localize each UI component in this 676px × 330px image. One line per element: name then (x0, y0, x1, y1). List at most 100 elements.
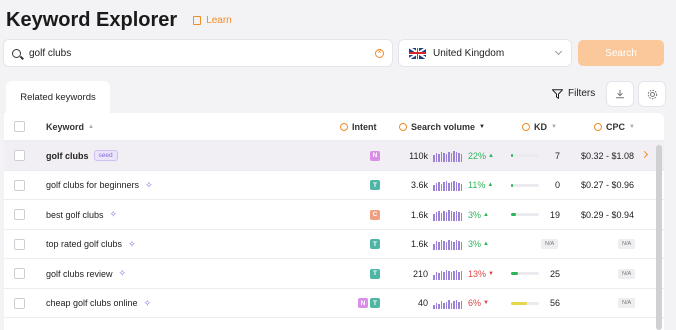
row-checkbox[interactable] (14, 268, 25, 279)
trend-bar (453, 270, 455, 280)
row-checkbox[interactable] (14, 238, 25, 250)
table-row[interactable]: top rated golf clubs ✧ T 1.6k 3% ▲ N/A N/A (4, 230, 664, 259)
search-volume: 1.6k (410, 239, 428, 249)
keyword-cell[interactable]: golf clubs review ✧ (46, 259, 126, 288)
learn-link[interactable]: Learn (193, 15, 232, 26)
sparkle-icon[interactable]: ✧ (144, 298, 152, 309)
trend-cell: 3% ▲ (428, 230, 489, 259)
trend-bar (433, 274, 435, 280)
intent-cell: C (368, 200, 380, 229)
search-value[interactable]: golf clubs (29, 48, 375, 59)
trend-bar (445, 302, 447, 309)
chevron-down-icon (554, 47, 563, 56)
scrollbar[interactable] (656, 145, 662, 330)
search-volume: 110k (409, 150, 428, 161)
intent-cell: T (368, 230, 380, 259)
row-checkbox[interactable] (14, 209, 25, 220)
table-row[interactable]: golf clubs for beginners ✧ T 3.6k 11% ▲ 0 $0.27… (4, 171, 664, 200)
trend-value: 22% (468, 150, 487, 161)
keyword-cell[interactable]: top rated golf clubs ✧ (46, 230, 136, 259)
keyword-cell[interactable]: best golf clubs ✧ (46, 200, 117, 229)
sparkle-icon[interactable]: ✧ (145, 180, 153, 191)
trend-bar (435, 183, 437, 191)
filters-button[interactable]: Filters (552, 88, 595, 99)
settings-button[interactable] (639, 82, 665, 106)
row-checkbox[interactable] (14, 179, 25, 191)
intent-cell: T (368, 259, 380, 288)
search-button[interactable]: Search (578, 40, 664, 66)
keyword-cell[interactable]: golf clubs for beginners ✧ (46, 171, 153, 200)
trend-bar (445, 269, 447, 280)
keyword-link[interactable]: cheap golf clubs online (46, 298, 138, 308)
column-intent[interactable]: Intent (340, 113, 377, 141)
trend-bar (445, 181, 447, 191)
country-name: United Kingdom (433, 47, 505, 59)
trend-bar (448, 240, 450, 250)
chevron-right-icon[interactable] (640, 150, 649, 159)
cpc-na-badge: N/A (618, 298, 636, 308)
intent-badge: T (370, 298, 380, 308)
tab-related-keywords[interactable]: Related keywords (6, 81, 110, 113)
sparkle-icon[interactable]: ✧ (110, 209, 118, 220)
trend-bar (445, 211, 447, 221)
keyword-link[interactable]: golf clubs for beginners (46, 180, 139, 190)
column-kd-label: KD (534, 122, 547, 132)
table-row[interactable]: golf clubs seed N 110k 22% ▲ 7 $0.32 - $1.08 (4, 141, 664, 171)
trend-bar (455, 210, 457, 221)
keyword-cell[interactable]: cheap golf clubs online ✧ (46, 289, 151, 318)
keyword-link[interactable]: golf clubs review (46, 269, 113, 279)
sparkle-icon[interactable]: ✧ (128, 239, 136, 250)
keyword-search-input[interactable]: golf clubs × (4, 40, 392, 66)
seed-badge: seed (93, 150, 118, 161)
trend-bar (450, 152, 452, 162)
trend-bar (458, 302, 460, 309)
table-row[interactable]: cheap golf clubs online ✧ N T 40 6% ▼ 56 N/A (4, 289, 664, 318)
trend-bar (448, 300, 450, 309)
trend-bar (448, 183, 450, 191)
trend-bar (455, 300, 457, 309)
trend-bar (458, 183, 460, 191)
trend-percent: 13% ▼ (468, 269, 494, 279)
column-kd[interactable]: KD ▼ (522, 113, 557, 141)
keyword-cell[interactable]: golf clubs seed (46, 141, 118, 170)
cpc-na-badge: N/A (618, 239, 636, 249)
kd-bar-cell (511, 289, 539, 318)
trend-bar (448, 270, 450, 280)
trend-bar (435, 152, 437, 162)
trend-bar (455, 182, 457, 191)
select-all-checkbox[interactable] (14, 121, 25, 132)
trend-bar (450, 210, 452, 221)
intent-cell: N (368, 141, 380, 170)
trend-bar (460, 153, 462, 162)
keyword-link[interactable]: top rated golf clubs (46, 239, 122, 249)
table-row[interactable]: golf clubs review ✧ T 210 13% ▼ 25 N/A (4, 259, 664, 289)
keywords-table: Keyword ▲ Intent Search volume ▼ KD ▼ CP… (4, 113, 664, 330)
trend-bar (440, 301, 442, 309)
trend-bar (458, 241, 460, 250)
cpc-cell: N/A (618, 259, 636, 288)
keyword-link[interactable]: best golf clubs (46, 210, 104, 220)
trend-bar (453, 242, 455, 250)
trend-chart (433, 150, 463, 162)
arrow-down-icon: ▼ (488, 270, 494, 277)
download-button[interactable] (607, 82, 633, 106)
trend-bar (455, 269, 457, 280)
clear-icon[interactable]: × (375, 48, 384, 58)
uk-flag-icon (409, 47, 426, 59)
trend-bar (435, 211, 437, 221)
trend-bar (460, 212, 462, 221)
table-row[interactable]: best golf clubs ✧ C 1.6k 3% ▲ 19 $0.29 - $0.94 (4, 200, 664, 230)
sparkle-icon[interactable]: ✧ (119, 268, 127, 279)
column-search-volume[interactable]: Search volume ▼ (399, 113, 485, 141)
table-body: golf clubs seed N 110k 22% ▲ 7 $0.32 - $1.08 gol… (4, 141, 664, 318)
trend-bar (435, 271, 437, 280)
learn-label: Learn (206, 14, 232, 26)
info-icon (522, 123, 530, 131)
keyword-link[interactable]: golf clubs (46, 151, 89, 161)
country-select[interactable]: United Kingdom (399, 40, 571, 66)
row-checkbox[interactable] (14, 150, 25, 161)
column-cpc[interactable]: CPC ▼ (594, 113, 635, 141)
column-keyword[interactable]: Keyword ▲ (46, 113, 94, 141)
row-checkbox[interactable] (14, 297, 25, 309)
book-icon (193, 15, 202, 25)
